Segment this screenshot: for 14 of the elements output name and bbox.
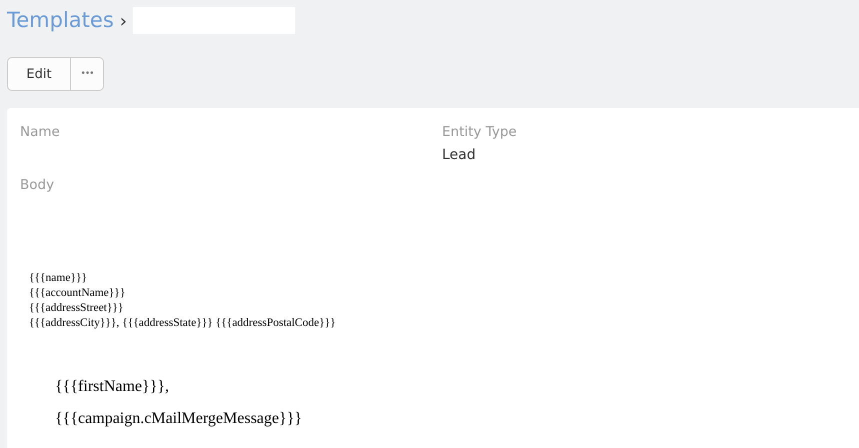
address-line: {{{accountName}}} [29,286,126,301]
breadcrumb-separator: › [120,10,127,32]
body-paragraph: {{{campaign.cMailMergeMessage}}} [55,410,302,428]
field-label: Body [20,177,56,195]
field-value: Lead [442,147,477,163]
address-line: {{{name}}} [29,271,88,286]
field-label: Entity Type [442,124,518,142]
address-line: {{{addressCity}}}, {{{addressState}}} {{{addressPostalCode}}} [29,316,336,331]
breadcrumb-link[interactable]: Templates [7,8,114,32]
body-paragraph: {{{firstName}}}, [55,378,170,396]
field-label: Name [20,124,61,142]
edit-button[interactable]: Edit [7,57,71,91]
address-line: {{{addressStreet}}} [29,301,124,316]
more-button[interactable]: ••• [71,57,104,91]
